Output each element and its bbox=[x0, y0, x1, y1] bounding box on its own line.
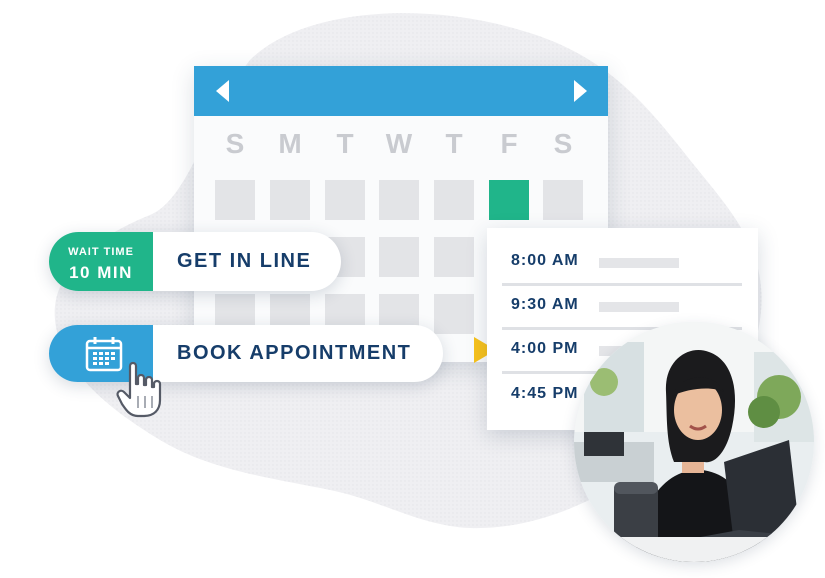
calendar-day[interactable] bbox=[270, 180, 310, 220]
wait-time-value: 10 MIN bbox=[69, 263, 133, 282]
weekday-label: T bbox=[445, 128, 463, 159]
wait-time-badge: WAIT TIME 10 MIN bbox=[49, 232, 153, 291]
chevron-right-icon bbox=[573, 80, 587, 102]
get-in-line-label: GET IN LINE bbox=[177, 250, 312, 272]
weekday-label: M bbox=[278, 128, 302, 159]
weekday-label: W bbox=[385, 128, 413, 159]
calendar-next-button[interactable] bbox=[560, 66, 600, 116]
weekday-label: T bbox=[336, 128, 354, 159]
time-slot-label: 8:00 AM bbox=[511, 252, 579, 269]
time-slot-label: 4:45 PM bbox=[511, 385, 579, 402]
time-slot-placeholder-bar bbox=[599, 302, 679, 312]
time-slot-label: 4:00 PM bbox=[511, 340, 579, 357]
calendar-day[interactable] bbox=[434, 294, 474, 334]
hand-pointer-icon bbox=[116, 361, 162, 418]
weekday-label: S bbox=[553, 128, 573, 159]
calendar-day[interactable] bbox=[379, 237, 419, 277]
calendar-day[interactable] bbox=[215, 180, 255, 220]
calendar-day[interactable] bbox=[543, 180, 583, 220]
calendar-prev-button[interactable] bbox=[202, 66, 242, 116]
time-slot-label: 9:30 AM bbox=[511, 296, 579, 313]
book-appointment-button[interactable]: BOOK APPOINTMENT bbox=[49, 325, 443, 382]
weekday-label: S bbox=[225, 128, 245, 159]
time-slot-placeholder-bar bbox=[599, 258, 679, 268]
chevron-left-icon bbox=[215, 80, 229, 102]
woman-with-laptop-photo bbox=[574, 322, 814, 562]
get-in-line-button[interactable]: WAIT TIME 10 MIN GET IN LINE bbox=[49, 232, 341, 291]
time-slot-1[interactable]: 9:30 AM bbox=[487, 284, 758, 328]
calendar-header bbox=[194, 66, 608, 116]
calendar-day[interactable] bbox=[434, 237, 474, 277]
wait-time-caption: WAIT TIME bbox=[68, 246, 134, 258]
weekday-label: F bbox=[500, 128, 518, 159]
calendar-day[interactable] bbox=[325, 180, 365, 220]
calendar-day[interactable] bbox=[379, 180, 419, 220]
book-appointment-label: BOOK APPOINTMENT bbox=[177, 342, 412, 364]
calendar-day-selected[interactable] bbox=[489, 180, 529, 220]
time-slot-0[interactable]: 8:00 AM bbox=[487, 240, 758, 284]
calendar-day[interactable] bbox=[434, 180, 474, 220]
